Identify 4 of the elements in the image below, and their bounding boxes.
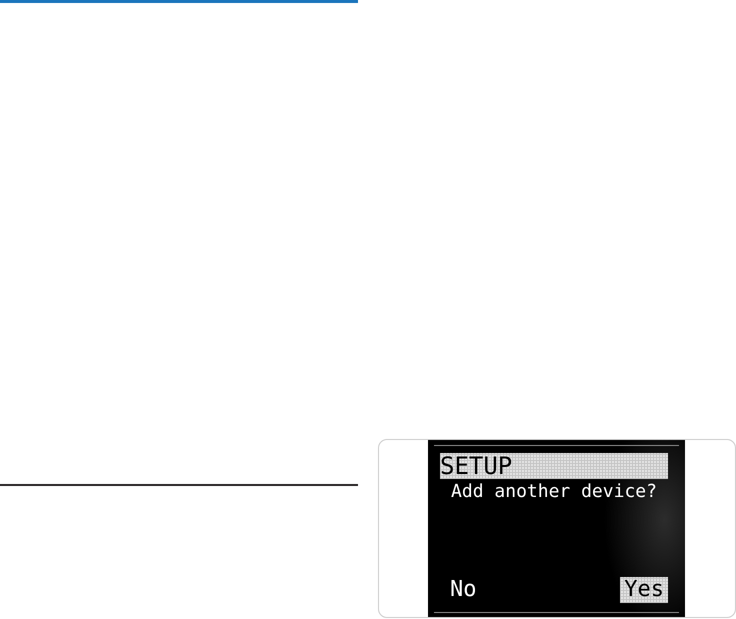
menu-option[interactable]: No xyxy=(446,577,480,603)
menu-option[interactable]: Yes xyxy=(620,577,668,603)
prompt-text: Add another device? xyxy=(450,481,658,503)
display-title: SETUP xyxy=(440,453,668,479)
